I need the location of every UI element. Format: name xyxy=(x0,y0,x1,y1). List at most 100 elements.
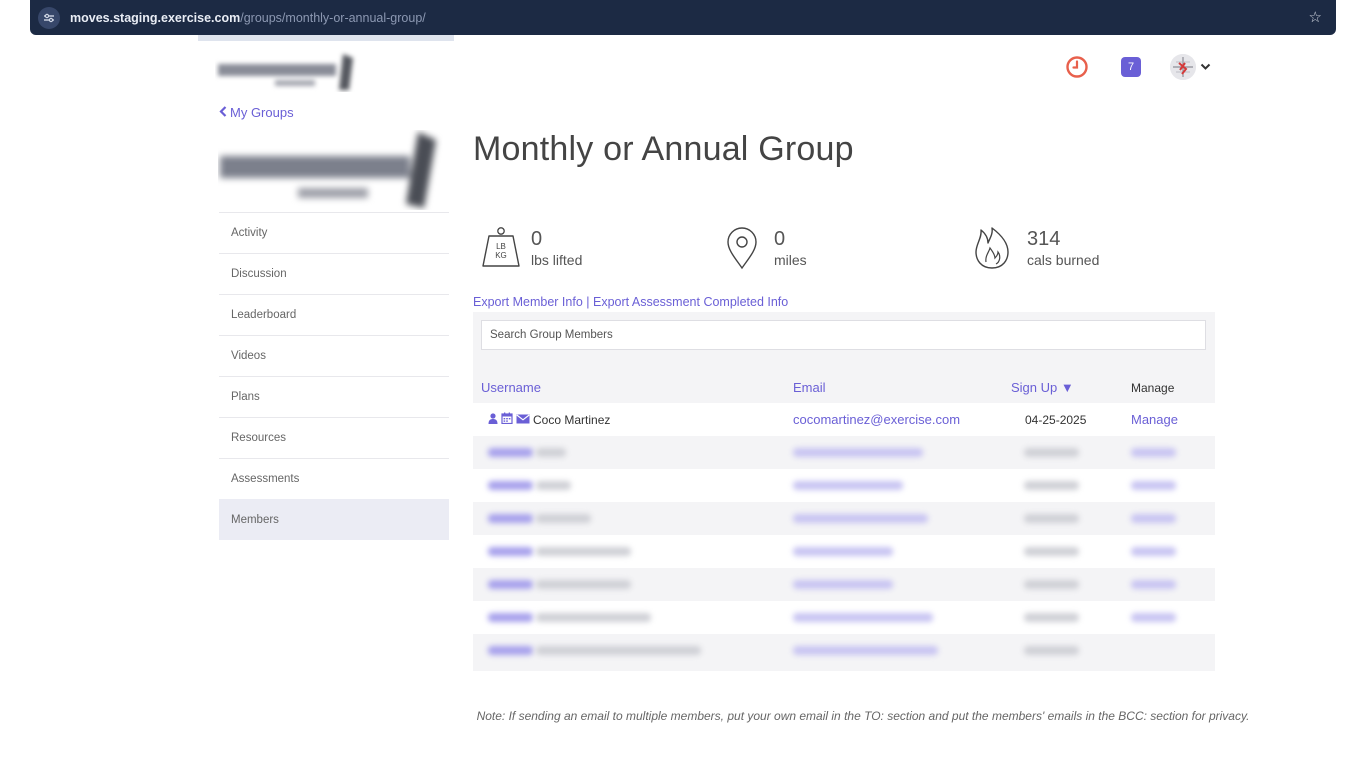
table-row xyxy=(473,568,1215,601)
username-cell xyxy=(488,469,571,502)
username-cell xyxy=(488,436,566,469)
brand-logo-small[interactable] xyxy=(215,50,363,92)
column-signup[interactable]: Sign Up ▼ xyxy=(1011,380,1074,395)
stat-value: 0 xyxy=(531,228,543,250)
table-row: Coco Martinez cocomartinez@exercise.com … xyxy=(473,403,1215,436)
signup-date: 04-25-2025 xyxy=(1025,412,1087,427)
email-link[interactable] xyxy=(793,634,938,667)
tab-shadow xyxy=(198,35,454,41)
manage-link[interactable] xyxy=(1131,535,1176,568)
privacy-note: Note: If sending an email to multiple me… xyxy=(476,709,1250,723)
email-link[interactable] xyxy=(793,502,928,535)
email-link[interactable] xyxy=(793,469,903,502)
signup-date xyxy=(1024,469,1079,502)
clock-icon[interactable] xyxy=(1065,55,1089,79)
chevron-left-icon xyxy=(219,105,227,120)
back-link-label: My Groups xyxy=(230,105,294,120)
sidebar-item-members[interactable]: Members xyxy=(219,499,449,540)
username: Coco Martinez xyxy=(533,412,611,427)
stat-label: miles xyxy=(774,252,807,268)
bookmark-star-icon[interactable]: ☆ xyxy=(1309,8,1322,26)
stat-value: 314 xyxy=(1027,228,1061,250)
group-logo xyxy=(220,132,436,208)
notification-badge[interactable]: 7 xyxy=(1121,57,1141,77)
map-pin-icon xyxy=(727,227,757,270)
signup-date xyxy=(1024,568,1079,601)
sidebar-item-label: Activity xyxy=(231,227,268,239)
sidebar-item-activity[interactable]: Activity xyxy=(219,212,449,253)
stat-value: 0 xyxy=(774,228,786,250)
signup-date xyxy=(1024,634,1079,667)
site-settings-icon[interactable] xyxy=(38,6,60,29)
sidebar-item-label: Videos xyxy=(231,350,266,362)
username-cell xyxy=(488,601,651,634)
username-cell xyxy=(488,634,701,667)
manage-link[interactable] xyxy=(1131,568,1176,601)
stat-label: lbs lifted xyxy=(531,252,583,268)
email-link[interactable] xyxy=(793,601,933,634)
username-cell: Coco Martinez xyxy=(488,403,610,436)
members-panel: Search Group Members Username Email Sign… xyxy=(473,312,1215,671)
export-links: Export Member Info | Export Assessment C… xyxy=(473,295,788,309)
username-cell xyxy=(488,535,631,568)
browser-url-bar[interactable]: moves.staging.exercise.com/groups/monthl… xyxy=(30,0,1336,35)
stat-miles: 0 miles xyxy=(725,226,807,270)
chevron-down-icon xyxy=(1200,58,1211,76)
email-link[interactable] xyxy=(793,568,893,601)
sidebar-item-resources[interactable]: Resources xyxy=(219,417,449,458)
user-icon[interactable] xyxy=(488,412,498,427)
email-link[interactable] xyxy=(793,436,923,469)
export-separator: | xyxy=(586,295,590,309)
sidebar-item-label: Leaderboard xyxy=(231,309,297,321)
stat-lbs-lifted: LB KG 0 lbs lifted xyxy=(481,226,582,268)
signup-date xyxy=(1024,601,1079,634)
flame-icon xyxy=(975,227,1009,269)
email-link[interactable]: cocomartinez@exercise.com xyxy=(793,403,960,436)
page-title: Monthly or Annual Group xyxy=(473,130,854,168)
manage-link[interactable] xyxy=(1131,502,1176,535)
user-menu[interactable] xyxy=(1170,54,1211,80)
url-text[interactable]: moves.staging.exercise.com/groups/monthl… xyxy=(70,11,426,25)
username-cell xyxy=(488,568,631,601)
calendar-icon[interactable] xyxy=(501,412,513,427)
table-row xyxy=(473,502,1215,535)
manage-link[interactable]: Manage xyxy=(1131,403,1178,436)
back-to-groups-link[interactable]: My Groups xyxy=(219,105,294,120)
export-assessment-link[interactable]: Export Assessment Completed Info xyxy=(593,295,788,309)
column-manage: Manage xyxy=(1131,381,1175,395)
table-row xyxy=(473,436,1215,469)
manage-link[interactable] xyxy=(1131,436,1176,469)
signup-date xyxy=(1024,502,1079,535)
manage-link[interactable] xyxy=(1131,601,1176,634)
weight-icon-kg: KG xyxy=(495,251,507,260)
sidebar-item-leaderboard[interactable]: Leaderboard xyxy=(219,294,449,335)
export-member-info-link[interactable]: Export Member Info xyxy=(473,295,583,309)
avatar xyxy=(1170,54,1196,80)
sidebar-item-label: Assessments xyxy=(231,473,300,485)
mail-icon[interactable] xyxy=(516,413,530,427)
signup-date xyxy=(1024,535,1079,568)
stat-cals-burned: 314 cals burned xyxy=(973,226,1099,270)
table-row xyxy=(473,469,1215,502)
manage-link[interactable] xyxy=(1131,469,1176,502)
sidebar-item-videos[interactable]: Videos xyxy=(219,335,449,376)
weight-icon: LB KG xyxy=(482,227,520,267)
table-row xyxy=(473,601,1215,634)
table-header: Username Email Sign Up ▼ Manage xyxy=(473,376,1215,402)
sidebar-item-assessments[interactable]: Assessments xyxy=(219,458,449,499)
column-email[interactable]: Email xyxy=(793,380,826,395)
email-link[interactable] xyxy=(793,535,893,568)
sidebar-item-plans[interactable]: Plans xyxy=(219,376,449,417)
search-input[interactable]: Search Group Members xyxy=(481,320,1206,350)
sidebar-item-label: Discussion xyxy=(231,268,287,280)
url-host: moves.staging.exercise.com xyxy=(70,10,241,25)
table-row xyxy=(473,634,1215,667)
sidebar-item-label: Members xyxy=(231,514,279,526)
group-sidebar-nav: Activity Discussion Leaderboard Videos P… xyxy=(219,212,449,540)
members-table-body: Coco Martinez cocomartinez@exercise.com … xyxy=(473,403,1215,667)
column-username[interactable]: Username xyxy=(481,380,541,395)
signup-date xyxy=(1024,436,1079,469)
sidebar-item-discussion[interactable]: Discussion xyxy=(219,253,449,294)
table-row xyxy=(473,535,1215,568)
url-path: /groups/monthly-or-annual-group/ xyxy=(240,10,426,25)
